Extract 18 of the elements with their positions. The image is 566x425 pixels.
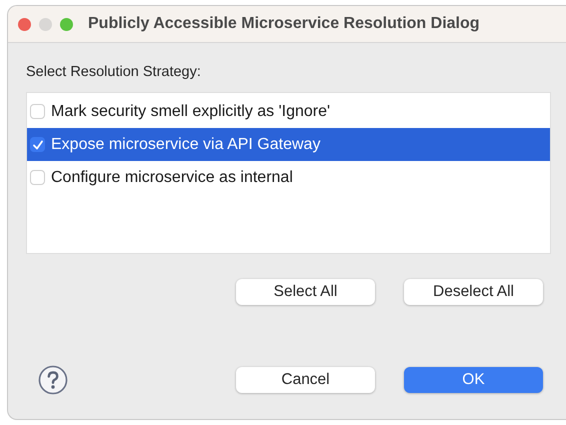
- strategy-label: Configure microservice as internal: [51, 168, 293, 186]
- strategy-row[interactable]: Expose microservice via API Gateway: [27, 128, 550, 161]
- selection-button[interactable]: Select All: [236, 279, 375, 305]
- strategy-row[interactable]: Mark security smell explicitly as 'Ignore': [27, 95, 550, 128]
- zoom-button[interactable]: [60, 18, 73, 30]
- minimize-button[interactable]: [39, 18, 52, 30]
- window-title: Publicly Accessible Microservice Resolution Dialog: [88, 15, 480, 33]
- selection-button[interactable]: Deselect All: [404, 279, 543, 305]
- prompt-label: Select Resolution Strategy:: [26, 64, 202, 80]
- dialog-button[interactable]: Cancel: [236, 367, 375, 393]
- check-icon: [32, 138, 44, 150]
- strategy-label: Mark security smell explicitly as 'Ignore': [51, 102, 330, 120]
- close-button[interactable]: [18, 18, 31, 30]
- strategy-row[interactable]: Configure microservice as internal: [27, 161, 550, 194]
- checkbox[interactable]: [30, 137, 45, 152]
- dialog-button[interactable]: OK: [404, 367, 543, 393]
- strategy-label: Expose microservice via API Gateway: [51, 136, 320, 154]
- help-icon[interactable]: [38, 365, 68, 395]
